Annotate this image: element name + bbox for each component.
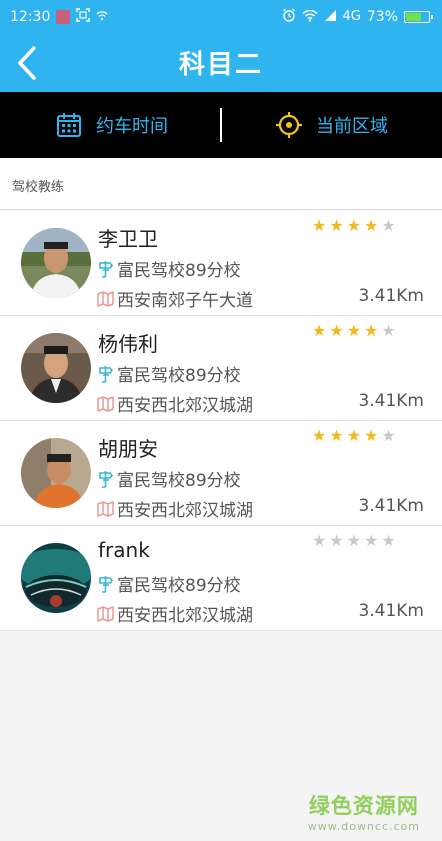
star-filled-icon: ★ <box>312 216 327 235</box>
rating-stars: ★ ★ ★ ★ ★ <box>312 218 396 234</box>
screenshot-icon <box>76 8 91 26</box>
star-empty-icon: ★ <box>346 531 362 550</box>
notification-icon <box>56 10 71 24</box>
coach-distance: 3.41Km <box>358 391 424 411</box>
map-icon <box>97 500 114 517</box>
star-filled-icon: ★ <box>312 321 327 340</box>
coach-name: 杨伟利 <box>98 332 158 356</box>
coach-address: 西安西北郊汉城湖 <box>97 391 253 416</box>
battery-percent: 73% <box>366 9 398 25</box>
wifi-icon <box>301 9 318 26</box>
tab-divider <box>220 108 222 142</box>
rating-stars: ★ ★ ★ ★ ★ <box>312 533 396 549</box>
star-empty-icon: ★ <box>312 531 327 550</box>
rating-stars: ★ ★ ★ ★ ★ <box>312 428 396 444</box>
section-title: 驾校教练 <box>12 180 65 195</box>
page-title: 科目二 <box>178 50 263 80</box>
map-icon <box>97 290 114 307</box>
coach-distance: 3.41Km <box>358 496 424 516</box>
coach-address: 西安西北郊汉城湖 <box>97 496 253 521</box>
star-filled-icon: ★ <box>346 426 362 445</box>
coach-school: 富民驾校89分校 <box>97 571 241 596</box>
section-header: 驾校教练 <box>0 158 442 210</box>
star-filled-icon: ★ <box>329 426 344 445</box>
school-sign-icon <box>99 575 114 593</box>
coach-distance: 3.41Km <box>358 286 424 306</box>
star-filled-icon: ★ <box>364 321 379 340</box>
coach-address: 西安西北郊汉城湖 <box>97 601 253 626</box>
coach-row[interactable]: 李卫卫 ★ ★ ★ ★ ★ 富民驾校89分校 西安南郊子午大道 3.41Km <box>0 211 442 316</box>
star-empty-icon: ★ <box>381 216 396 235</box>
coach-school: 富民驾校89分校 <box>97 466 241 491</box>
tab-current-area-label: 当前区域 <box>316 116 388 137</box>
coach-school: 富民驾校89分校 <box>97 361 241 386</box>
star-filled-icon: ★ <box>364 216 379 235</box>
star-filled-icon: ★ <box>312 426 327 445</box>
tab-booking-time[interactable]: 约车时间 <box>56 92 168 158</box>
cell-signal-icon <box>324 9 337 26</box>
avatar <box>21 333 91 403</box>
star-filled-icon: ★ <box>346 321 362 340</box>
map-icon <box>97 605 114 622</box>
school-sign-icon <box>99 365 114 383</box>
avatar <box>21 543 91 613</box>
star-empty-icon: ★ <box>381 531 396 550</box>
coach-row[interactable]: frank ★ ★ ★ ★ ★ 富民驾校89分校 西安西北郊汉城湖 3.41Km <box>0 526 442 631</box>
coach-name: 李卫卫 <box>98 227 158 251</box>
star-empty-icon: ★ <box>381 426 396 445</box>
school-sign-icon <box>99 260 114 278</box>
status-time: 12:30 <box>10 9 51 25</box>
star-filled-icon: ★ <box>364 426 379 445</box>
avatar <box>21 228 91 298</box>
coach-school: 富民驾校89分校 <box>97 256 241 281</box>
coach-list: 李卫卫 ★ ★ ★ ★ ★ 富民驾校89分校 西安南郊子午大道 3.41Km 杨伟利 ★… <box>0 211 442 631</box>
filter-bar: 约车时间 当前区域 <box>0 92 442 158</box>
location-target-icon <box>276 112 302 138</box>
coach-row[interactable]: 杨伟利 ★ ★ ★ ★ ★ 富民驾校89分校 西安西北郊汉城湖 3.41Km <box>0 316 442 421</box>
star-filled-icon: ★ <box>346 216 362 235</box>
map-icon <box>97 395 114 412</box>
avatar <box>21 438 91 508</box>
coach-address: 西安南郊子午大道 <box>97 286 253 311</box>
star-empty-icon: ★ <box>364 531 379 550</box>
coach-distance: 3.41Km <box>358 601 424 621</box>
rating-stars: ★ ★ ★ ★ ★ <box>312 323 396 339</box>
star-filled-icon: ★ <box>329 321 344 340</box>
school-sign-icon <box>99 470 114 488</box>
battery-icon <box>404 11 433 23</box>
coach-name: frank <box>98 538 150 562</box>
network-type: 4G <box>342 9 361 24</box>
watermark-logo: 绿色资源网 www.downcc.com <box>307 794 420 833</box>
app-header: 12:30 4G 73% 科目二 <box>0 0 442 92</box>
wifi-signal-icon <box>96 9 108 25</box>
calendar-icon <box>57 113 81 137</box>
status-bar: 12:30 4G 73% <box>0 0 442 34</box>
coach-name: 胡朋安 <box>98 437 158 461</box>
star-empty-icon: ★ <box>381 321 396 340</box>
alarm-icon <box>282 8 296 26</box>
coach-row[interactable]: 胡朋安 ★ ★ ★ ★ ★ 富民驾校89分校 西安西北郊汉城湖 3.41Km <box>0 421 442 526</box>
tab-booking-time-label: 约车时间 <box>96 116 168 137</box>
tab-current-area[interactable]: 当前区域 <box>276 92 388 158</box>
star-empty-icon: ★ <box>329 531 344 550</box>
star-filled-icon: ★ <box>329 216 344 235</box>
